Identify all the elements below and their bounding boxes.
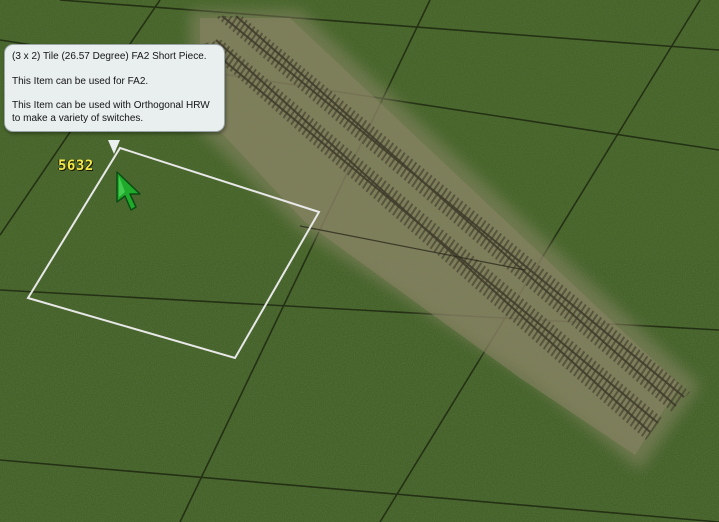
tooltip-compat-line1: This Item can be used with Orthogonal HR… [12, 100, 210, 111]
item-price: 5632 [58, 158, 94, 174]
tooltip-title: (3 x 2) Tile (26.57 Degree) FA2 Short Pi… [12, 51, 207, 62]
tooltip-tail [108, 140, 120, 154]
tooltip-usage: This Item can be used for FA2. [12, 75, 149, 87]
tooltip-compat-line2: to make a variety of switches. [12, 112, 144, 124]
item-tooltip: (3 x 2) Tile (26.57 Degree) FA2 Short Pi… [4, 44, 225, 132]
arrow-pointer-icon [116, 171, 141, 211]
